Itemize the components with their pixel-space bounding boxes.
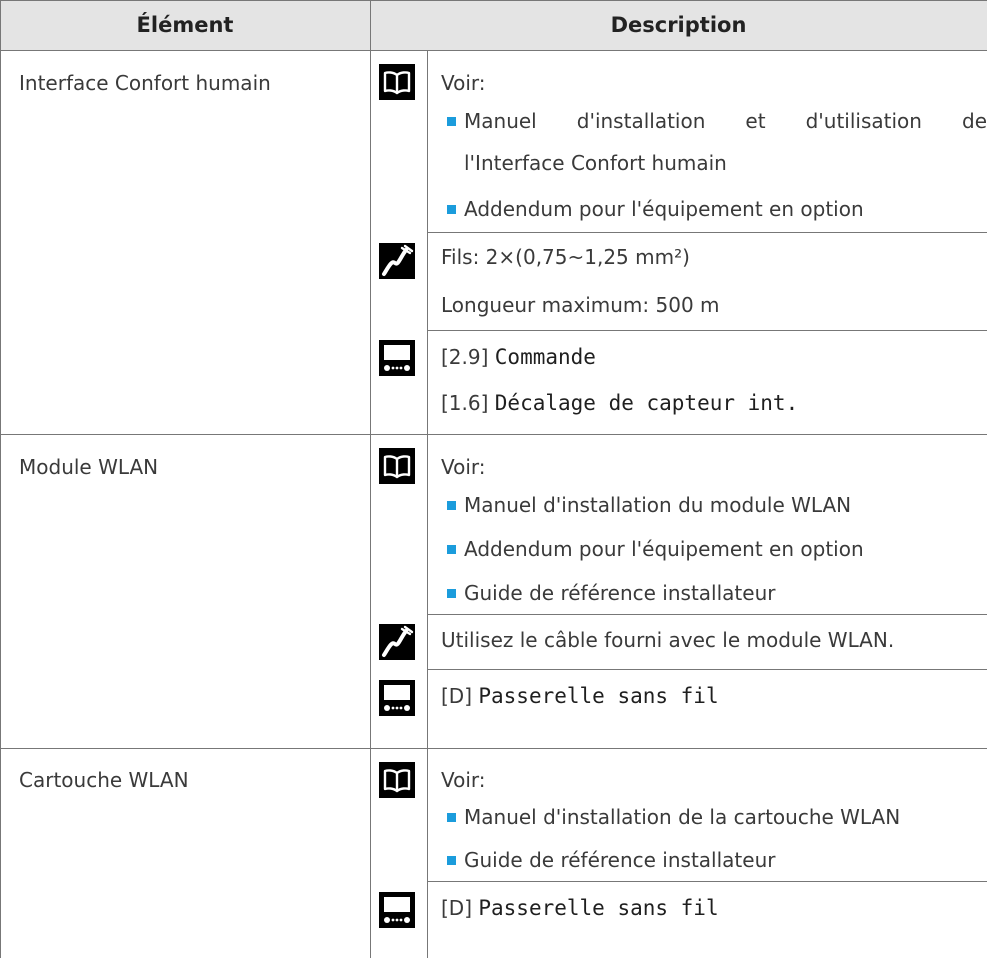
bullet-marker: [447, 205, 456, 214]
column-header-description: Description: [610, 13, 747, 37]
description-text: Utilisez le câble fourni avec le module …: [441, 628, 895, 652]
setting-line: [1.6] Décalage de capteur int.: [441, 389, 798, 417]
block-divider: [427, 330, 987, 331]
bullet-marker: [447, 856, 456, 865]
setting-ref: [1.6]: [441, 391, 489, 415]
description-text: Voir:: [441, 71, 486, 95]
setting-line: [D] Passerelle sans fil: [441, 682, 719, 710]
setting-name: Décalage de capteur int.: [494, 391, 799, 415]
bullet-text: Manuel d'installation de la cartouche WL…: [464, 805, 901, 829]
setting-name: Passerelle sans fil: [478, 684, 719, 708]
bullet-text: Manuel d'installation et d'utilisation d…: [464, 109, 987, 133]
block-divider: [427, 232, 987, 233]
setting-ref: [D]: [441, 896, 473, 920]
bullet-marker: [447, 117, 456, 126]
book-icon: [379, 762, 415, 798]
table-header: Élément Description: [0, 0, 987, 50]
row-divider: [0, 434, 987, 435]
setting-name: Passerelle sans fil: [478, 896, 719, 920]
description-text: Longueur maximum: 500 m: [441, 293, 720, 317]
header-divider: [0, 50, 987, 51]
description-text: Voir:: [441, 455, 486, 479]
bullet-text: Addendum pour l'équipement en option: [464, 537, 864, 561]
bullet-text-continuation: l'Interface Confort humain: [464, 151, 727, 175]
column-divider: [370, 0, 371, 958]
setting-ref: [D]: [441, 684, 473, 708]
book-icon: [379, 64, 415, 100]
bullet-marker: [447, 501, 456, 510]
setting-ref: [2.9]: [441, 345, 489, 369]
controller-icon: [379, 892, 415, 928]
bullet-marker: [447, 813, 456, 822]
table-border-left: [0, 0, 1, 958]
bullet-text: Manuel d'installation du module WLAN: [464, 493, 852, 517]
setting-line: [D] Passerelle sans fil: [441, 894, 719, 922]
description-text: Voir:: [441, 768, 486, 792]
bullet-text: Guide de référence installateur: [464, 848, 776, 872]
block-divider: [427, 614, 987, 615]
book-icon: [379, 448, 415, 484]
description-text: Fils: 2×(0,75~1,25 mm²): [441, 245, 690, 269]
component-table: Élément Description Interface Confort hu…: [0, 0, 987, 958]
setting-name: Commande: [494, 345, 596, 369]
bullet-text: Guide de référence installateur: [464, 581, 776, 605]
controller-icon: [379, 340, 415, 376]
bullet-text: Addendum pour l'équipement en option: [464, 197, 864, 221]
element-name: Interface Confort humain: [19, 71, 271, 95]
table-border-top: [0, 0, 987, 1]
bullet-marker: [447, 589, 456, 598]
wiring-icon: [379, 243, 415, 279]
bullet-marker: [447, 545, 456, 554]
column-header-element: Élément: [136, 13, 234, 37]
block-divider: [427, 881, 987, 882]
element-name: Cartouche WLAN: [19, 768, 189, 792]
block-divider: [427, 669, 987, 670]
wiring-icon: [379, 624, 415, 660]
element-name: Module WLAN: [19, 455, 159, 479]
controller-icon: [379, 680, 415, 716]
row-divider: [0, 748, 987, 749]
icon-column-divider: [427, 50, 428, 958]
setting-line: [2.9] Commande: [441, 343, 596, 371]
